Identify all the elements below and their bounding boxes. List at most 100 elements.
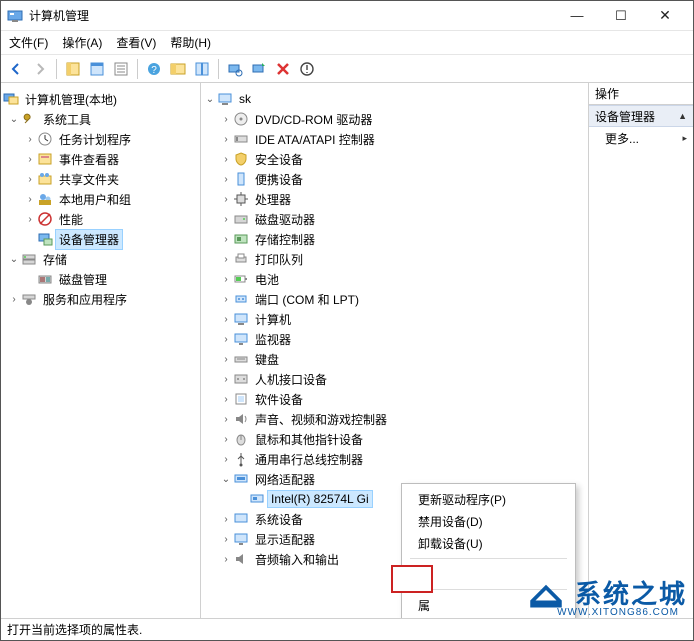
maximize-button[interactable]: ☐ <box>599 2 643 30</box>
menu-action[interactable]: 操作(A) <box>62 34 102 51</box>
collapse-triangle-icon: ▲ <box>678 111 687 121</box>
context-disable-device[interactable]: 禁用设备(D) <box>404 510 573 532</box>
network-icon <box>233 471 249 487</box>
console-tree-pane: 计算机管理(本地) ⌄ 系统工具 › 任务计划程序 › <box>1 83 201 618</box>
status-text: 打开当前选择项的属性表. <box>7 621 142 638</box>
device-category-print-queues[interactable]: ›打印队列 <box>201 249 588 269</box>
usb-icon <box>233 451 249 467</box>
device-category-keyboards[interactable]: ›键盘 <box>201 349 588 369</box>
display-adapter-icon <box>233 531 249 547</box>
app-icon <box>7 8 23 24</box>
portable-icon <box>233 171 249 187</box>
context-separator <box>410 558 567 559</box>
device-category-batteries[interactable]: ›电池 <box>201 269 588 289</box>
context-menu: 更新驱动程序(P) 禁用设备(D) 卸载设备(U) 扫 属 <box>401 483 576 618</box>
scan-hardware-button[interactable] <box>224 58 246 80</box>
battery-icon <box>233 271 249 287</box>
properties-button[interactable] <box>86 58 108 80</box>
highlighted-button-partial[interactable] <box>391 565 433 593</box>
device-manager-icon <box>37 231 53 247</box>
collapse-arrow-icon[interactable]: › <box>23 132 37 146</box>
tree-shared-folders[interactable]: › 共享文件夹 <box>1 169 200 189</box>
clock-icon <box>37 131 53 147</box>
performance-icon <box>37 211 53 227</box>
device-category-security[interactable]: ›安全设备 <box>201 149 588 169</box>
title-bar: 计算机管理 — ☐ ✕ <box>1 1 693 31</box>
help-button[interactable]: ? <box>143 58 165 80</box>
tree-task-scheduler[interactable]: › 任务计划程序 <box>1 129 200 149</box>
actions-section[interactable]: 设备管理器 ▲ <box>589 105 693 127</box>
device-category-sound[interactable]: ›声音、视频和游戏控制器 <box>201 409 588 429</box>
view-button[interactable] <box>167 58 189 80</box>
window-title: 计算机管理 <box>29 7 555 24</box>
minimize-button[interactable]: — <box>555 2 599 30</box>
actions-pane: 操作 设备管理器 ▲ 更多... ▸ <box>589 83 693 618</box>
context-properties[interactable]: 属 <box>404 594 573 616</box>
device-category-cpu[interactable]: ›处理器 <box>201 189 588 209</box>
forward-button[interactable] <box>29 58 51 80</box>
device-category-dvd[interactable]: ›DVD/CD-ROM 驱动器 <box>201 109 588 129</box>
update-driver-button[interactable] <box>248 58 270 80</box>
pc-icon <box>233 311 249 327</box>
storage-icon <box>21 251 37 267</box>
device-category-disk-drives[interactable]: ›磁盘驱动器 <box>201 209 588 229</box>
device-category-software-devices[interactable]: ›软件设备 <box>201 389 588 409</box>
device-category-portable[interactable]: ›便携设备 <box>201 169 588 189</box>
computer-icon <box>217 91 233 107</box>
actions-header: 操作 <box>589 83 693 105</box>
menu-file[interactable]: 文件(F) <box>9 34 48 51</box>
tree-disk-management[interactable]: 磁盘管理 <box>1 269 200 289</box>
back-button[interactable] <box>5 58 27 80</box>
device-root[interactable]: ⌄ sk <box>201 89 588 109</box>
speaker-icon <box>233 411 249 427</box>
device-category-storage-controllers[interactable]: ›存储控制器 <box>201 229 588 249</box>
hdd-icon <box>233 211 249 227</box>
device-category-ports[interactable]: ›端口 (COM 和 LPT) <box>201 289 588 309</box>
nic-icon <box>249 491 265 507</box>
device-category-computer[interactable]: ›计算机 <box>201 309 588 329</box>
device-category-mice[interactable]: ›鼠标和其他指针设备 <box>201 429 588 449</box>
tree-local-users[interactable]: › 本地用户和组 <box>1 189 200 209</box>
context-uninstall-device[interactable]: 卸载设备(U) <box>404 532 573 554</box>
export-button[interactable] <box>110 58 132 80</box>
tree-event-viewer[interactable]: › 事件查看器 <box>1 149 200 169</box>
keyboard-icon <box>233 351 249 367</box>
expand-arrow-icon[interactable]: ⌄ <box>7 112 21 126</box>
refresh-button[interactable] <box>191 58 213 80</box>
toolbar-separator <box>137 59 138 79</box>
show-hide-tree-button[interactable] <box>62 58 84 80</box>
event-viewer-icon <box>37 151 53 167</box>
close-button[interactable]: ✕ <box>643 2 687 30</box>
services-icon <box>21 291 37 307</box>
disable-device-button[interactable] <box>272 58 294 80</box>
menu-help[interactable]: 帮助(H) <box>170 34 211 51</box>
disc-icon <box>233 111 249 127</box>
tree-services-apps[interactable]: › 服务和应用程序 <box>1 289 200 309</box>
menu-view[interactable]: 查看(V) <box>116 34 156 51</box>
wrench-icon <box>21 111 37 127</box>
uninstall-device-button[interactable] <box>296 58 318 80</box>
ide-icon <box>233 131 249 147</box>
device-category-ide[interactable]: ›IDE ATA/ATAPI 控制器 <box>201 129 588 149</box>
device-category-monitors[interactable]: ›监视器 <box>201 329 588 349</box>
context-separator <box>410 589 567 590</box>
storage-controller-icon <box>233 231 249 247</box>
device-category-hid[interactable]: ›人机接口设备 <box>201 369 588 389</box>
toolbar-separator <box>56 59 57 79</box>
tree-performance[interactable]: › 性能 <box>1 209 200 229</box>
tree-system-tools[interactable]: ⌄ 系统工具 <box>1 109 200 129</box>
disk-icon <box>37 271 53 287</box>
context-update-driver[interactable]: 更新驱动程序(P) <box>404 488 573 510</box>
hid-icon <box>233 371 249 387</box>
toolbar-separator <box>218 59 219 79</box>
shield-icon <box>233 151 249 167</box>
software-icon <box>233 391 249 407</box>
tree-storage[interactable]: ⌄ 存储 <box>1 249 200 269</box>
tree-device-manager[interactable]: 设备管理器 <box>1 229 200 249</box>
system-device-icon <box>233 511 249 527</box>
computer-management-icon <box>3 91 19 107</box>
device-category-usb[interactable]: ›通用串行总线控制器 <box>201 449 588 469</box>
toolbar: ? <box>1 55 693 83</box>
tree-root-computer-management[interactable]: 计算机管理(本地) <box>1 89 200 109</box>
actions-more[interactable]: 更多... ▸ <box>589 127 693 149</box>
